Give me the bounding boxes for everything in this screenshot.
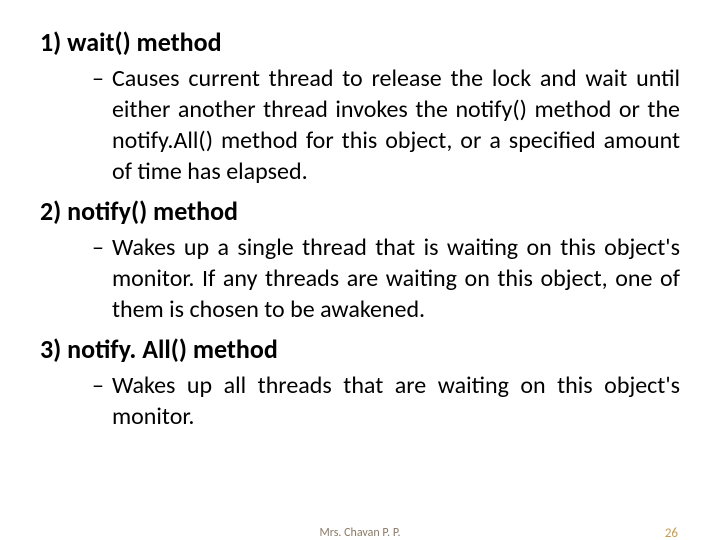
bullet-block-2: – Wakes up a single thread that is waiti… — [92, 232, 680, 326]
list-item: – Wakes up a single thread that is waiti… — [92, 232, 680, 326]
slide: 1) wait() method – Causes current thread… — [0, 0, 720, 540]
bullet-dash-icon: – — [92, 63, 104, 94]
bullet-dash-icon: – — [92, 232, 104, 263]
list-item: – Causes current thread to release the l… — [92, 63, 680, 188]
heading-2: 2) notify() method — [40, 195, 680, 228]
footer-author: Mrs. Chavan P. P. — [0, 526, 720, 540]
heading-3: 3) notify. All() method — [40, 333, 680, 366]
bullet-dash-icon: – — [92, 370, 104, 401]
bullet-text-2: Wakes up a single thread that is waiting… — [112, 232, 680, 326]
footer-page-number: 26 — [665, 526, 678, 540]
list-item: – Wakes up all threads that are waiting … — [92, 370, 680, 432]
bullet-text-3: Wakes up all threads that are waiting on… — [112, 370, 680, 432]
bullet-text-1: Causes current thread to release the loc… — [112, 63, 680, 188]
heading-1: 1) wait() method — [40, 26, 680, 59]
bullet-block-3: – Wakes up all threads that are waiting … — [92, 370, 680, 432]
bullet-block-1: – Causes current thread to release the l… — [92, 63, 680, 188]
